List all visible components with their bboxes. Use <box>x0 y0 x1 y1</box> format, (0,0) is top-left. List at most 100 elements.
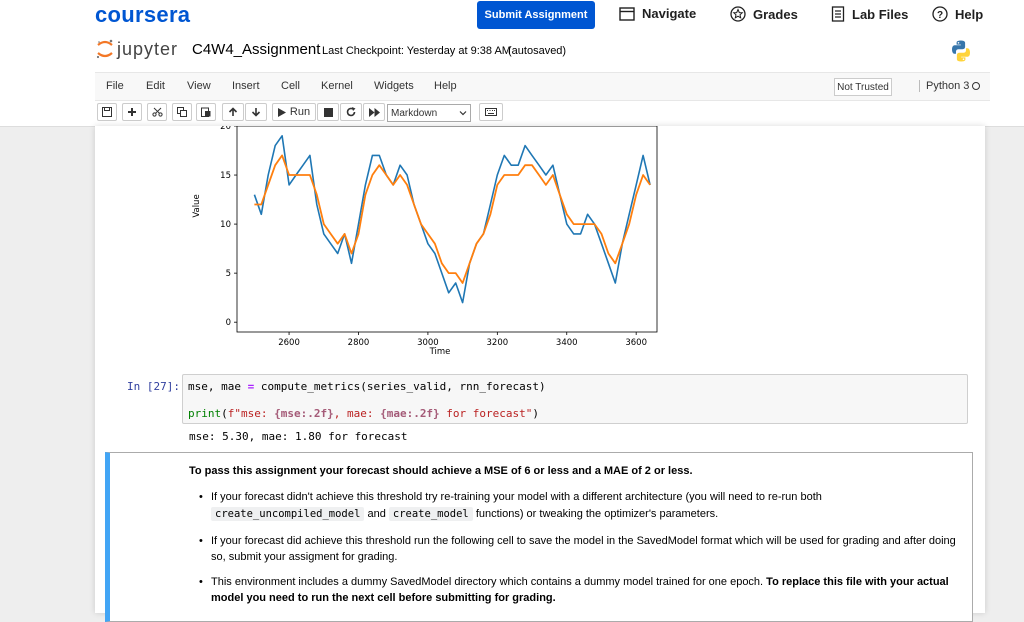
bullet-3-bold-1: To replace this file with your actual <box>766 576 949 588</box>
autosave-status: (autosaved) <box>508 45 567 57</box>
y-tick-label: 0 <box>226 318 231 328</box>
copy-button[interactable] <box>172 103 192 121</box>
plot-area <box>236 126 658 333</box>
save-icon <box>102 107 112 117</box>
x-axis-label: Time <box>429 347 451 357</box>
x-tick-label: 2600 <box>278 338 300 348</box>
command-palette-button[interactable] <box>479 103 503 121</box>
bullet-icon: • <box>199 491 203 503</box>
bullet-3-line-1: This environment includes a dummy SavedM… <box>211 574 971 590</box>
y-tick-label: 5 <box>226 269 231 279</box>
menu-cell[interactable]: Cell <box>281 80 300 92</box>
menu-view[interactable]: View <box>187 80 211 92</box>
stop-icon <box>323 107 333 117</box>
navigate-nav-item[interactable]: Navigate <box>619 6 696 21</box>
bullet-3-text: This environment includes a dummy SavedM… <box>211 576 764 588</box>
chevron-down-icon <box>459 111 467 116</box>
code-close-paren: ) <box>532 407 540 420</box>
trust-status-button[interactable]: Not Trusted <box>834 78 892 96</box>
menu-edit[interactable]: Edit <box>146 80 165 92</box>
code-vars: mse, mae <box>188 380 241 393</box>
save-button[interactable] <box>97 103 117 121</box>
jupyter-logo-text: jupyter <box>117 38 179 59</box>
last-checkpoint: Last Checkpoint: Yesterday at 9:38 AM <box>322 45 511 57</box>
move-up-button[interactable] <box>222 103 244 121</box>
paste-icon <box>201 107 211 117</box>
restart-kernel-button[interactable] <box>340 103 362 121</box>
code-string-2: , mae: <box>333 407 381 420</box>
grades-icon <box>730 6 746 22</box>
lab-files-label: Lab Files <box>852 6 909 22</box>
plus-icon <box>128 108 136 116</box>
help-nav-item[interactable]: ? Help <box>932 6 983 22</box>
code-line-1: mse, mae = compute_metrics(series_valid,… <box>188 380 546 393</box>
play-icon <box>277 107 286 117</box>
series-layer <box>253 135 651 304</box>
y-axis-label: Value <box>192 194 202 217</box>
cell-type-select[interactable]: Markdown <box>387 104 471 122</box>
code-format-mse: {mse:.2f} <box>274 407 334 420</box>
code-string-3: for forecast" <box>439 407 533 420</box>
bullet-icon: • <box>199 576 203 588</box>
x-tick-label: 2800 <box>348 338 370 348</box>
keyboard-icon <box>485 108 497 116</box>
svg-text:?: ? <box>937 10 943 21</box>
code-line-2: print(f"mse: {mse:.2f}, mae: {mae:.2f} f… <box>188 407 539 420</box>
kernel-name: Python 3 <box>919 80 969 92</box>
jupyter-logo-icon <box>96 39 113 59</box>
forecast-chart: 05101520 2600 2800 3000 3200 3400 3600 Time V… <box>192 126 658 357</box>
cell-prompt: In [27]: <box>127 380 180 393</box>
bullet-3-line-2: model you need to run the next cell befo… <box>211 590 971 606</box>
code-format-mae: {mae:.2f} <box>380 407 440 420</box>
insert-cell-button[interactable] <box>122 103 142 121</box>
run-button[interactable]: Run <box>272 103 316 121</box>
code-create-uncompiled-model: create_uncompiled_model <box>211 507 365 521</box>
menu-file[interactable]: File <box>106 80 124 92</box>
lab-files-nav-item[interactable]: Lab Files <box>831 6 908 22</box>
help-icon: ? <box>932 6 948 22</box>
arrow-up-icon <box>228 107 238 116</box>
move-down-button[interactable] <box>245 103 267 121</box>
cut-button[interactable] <box>147 103 167 121</box>
bullet-1-tail: functions) or tweaking the optimizer's p… <box>475 508 719 520</box>
run-label: Run <box>289 106 311 118</box>
jupyter-logo[interactable]: jupyter <box>95 38 178 60</box>
paste-button[interactable] <box>196 103 216 121</box>
navigate-icon <box>619 6 635 21</box>
y-tick-label: 15 <box>220 171 231 181</box>
y-axis-ticks: 0 5 10 15 20 <box>220 126 237 328</box>
coursera-header: coursera Submit Assignment Navigate Grad… <box>0 0 1024 32</box>
grades-label: Grades <box>753 6 798 22</box>
interrupt-button[interactable] <box>317 103 339 121</box>
menu-widgets[interactable]: Widgets <box>374 80 414 92</box>
restart-run-all-button[interactable] <box>363 103 385 121</box>
kernel-idle-indicator-icon <box>972 82 980 90</box>
submit-assignment-button[interactable]: Submit Assignment <box>477 1 595 29</box>
x-tick-label: 3600 <box>625 338 647 348</box>
notebook-name[interactable]: C4W4_Assignment <box>192 41 320 58</box>
python-logo-icon <box>949 39 973 68</box>
x-tick-label: 3200 <box>487 338 509 348</box>
help-label: Help <box>955 6 984 22</box>
menu-insert[interactable]: Insert <box>232 80 260 92</box>
bullet-1-and: and <box>367 508 386 520</box>
code-print-fn: print <box>188 407 222 420</box>
x-tick-label: 3400 <box>556 338 578 348</box>
markdown-title: To pass this assignment your forecast sh… <box>189 465 693 477</box>
cell-type-value: Markdown <box>391 107 438 119</box>
cell-output: mse: 5.30, mae: 1.80 for forecast <box>189 430 408 443</box>
coursera-logo[interactable]: coursera <box>95 2 190 28</box>
grades-nav-item[interactable]: Grades <box>730 6 798 22</box>
series-line-0 <box>253 135 651 304</box>
code-open-paren: ( <box>221 407 228 420</box>
code-create-model: create_model <box>388 507 473 521</box>
lab-files-icon <box>831 6 845 22</box>
code-string-1: f"mse: <box>227 407 275 420</box>
menu-help[interactable]: Help <box>434 80 457 92</box>
x-axis-ticks: 2600 2800 3000 3200 3400 3600 <box>278 332 647 348</box>
y-tick-label: 10 <box>220 220 231 230</box>
bullet-icon: • <box>199 535 203 547</box>
menu-kernel[interactable]: Kernel <box>321 80 353 92</box>
bullet-3: This environment includes a dummy SavedM… <box>211 574 971 606</box>
copy-icon <box>177 107 187 117</box>
